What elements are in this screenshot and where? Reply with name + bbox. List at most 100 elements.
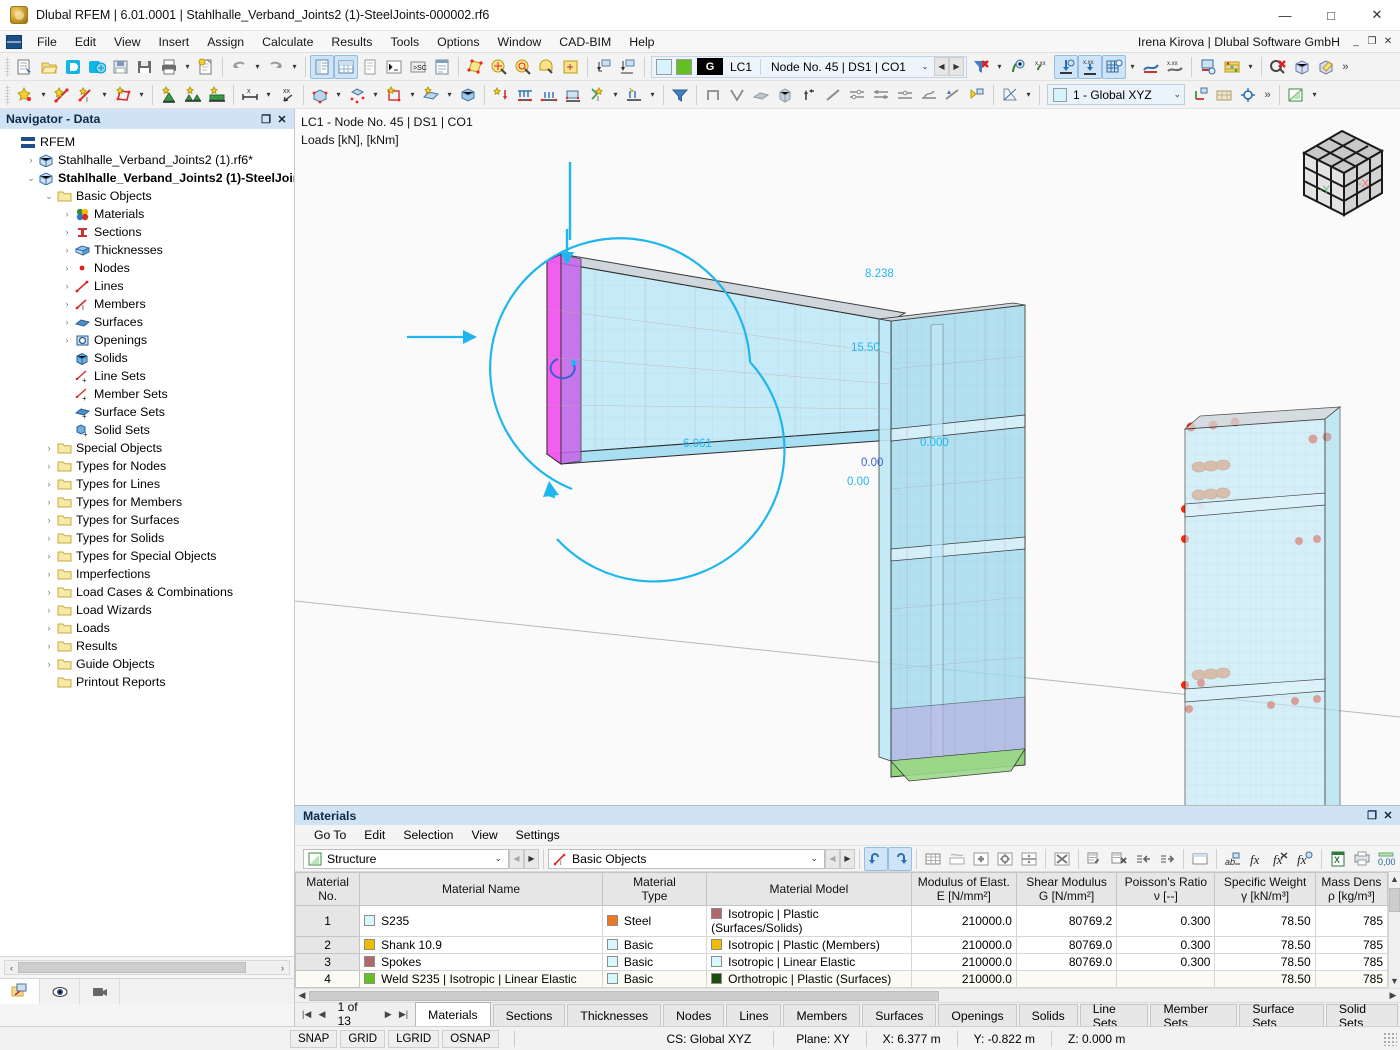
solid-display-icon[interactable] [773, 83, 797, 107]
tree-item-thicknesses[interactable]: › Thicknesses [0, 241, 294, 259]
tree-twisty[interactable]: › [42, 479, 56, 489]
projection-mode-caret[interactable]: ▾ [1022, 83, 1035, 107]
tree-item-lines[interactable]: › Lines [0, 277, 294, 295]
new-solid-set-caret[interactable]: ▾ [369, 83, 382, 107]
table-vertical-scrollbar[interactable]: ▲ ▼ [1388, 872, 1400, 988]
cell-specific-weight[interactable]: 78.50 [1214, 970, 1316, 988]
view-cube[interactable]: -Y -X [1292, 119, 1392, 229]
menu-window[interactable]: Window [489, 33, 551, 51]
navigator-float-button[interactable]: ❐ [258, 111, 274, 127]
mdi-restore-button[interactable]: ❐ [1364, 34, 1380, 50]
tree-item-nodes[interactable]: › Nodes [0, 259, 294, 277]
cell-mass-density[interactable]: 785 [1314, 936, 1388, 954]
cell-modulus-elasticity[interactable]: 210000.0 [910, 905, 1017, 937]
add-row-icon[interactable] [969, 847, 993, 871]
navigator-tree[interactable]: RFEM › Stahlhalle_Verband_Joints2 (1).rf6*… [0, 129, 294, 956]
axis-system-icon[interactable] [1188, 83, 1212, 107]
show-loads-icon[interactable] [1053, 54, 1078, 79]
script-icon[interactable]: >SC [406, 55, 430, 79]
col-header-7[interactable]: Specific Weight γ [kN/m³] [1214, 872, 1316, 906]
render-model-icon[interactable] [592, 55, 616, 79]
navigator-scroll-left-arrow[interactable]: ‹ [5, 963, 18, 973]
tree-item-basic-objects[interactable]: ⌄ Basic Objects [0, 187, 294, 205]
zoom-scale-icon[interactable] [559, 55, 583, 79]
new-node-caret[interactable]: ▾ [37, 83, 50, 107]
table-hscroll-thumb[interactable] [309, 990, 939, 1001]
tree-twisty[interactable]: › [42, 533, 56, 543]
table-menu-edit[interactable]: Edit [355, 827, 394, 843]
tree-twisty[interactable]: › [42, 497, 56, 507]
cell-shear-modulus[interactable]: 80769.0 [1015, 953, 1118, 971]
zoom-all-icon[interactable] [511, 55, 535, 79]
print-icon[interactable] [157, 55, 181, 79]
table-view-icon[interactable] [1284, 83, 1308, 107]
navigator-display-tab[interactable] [40, 979, 80, 1004]
sheet-tab-members[interactable]: Members [783, 1004, 861, 1026]
sheet-tab-openings[interactable]: Openings [938, 1004, 1017, 1026]
close-button[interactable]: ✕ [1354, 0, 1400, 31]
tree-item-openings[interactable]: › Openings [0, 331, 294, 349]
materials-table[interactable]: Material No. Material Name Material Type Mate… [295, 872, 1388, 988]
line-support-icon[interactable] [181, 83, 205, 107]
new-opening-icon[interactable] [382, 83, 406, 107]
dlubal-center-icon[interactable] [61, 55, 85, 79]
print-dropdown-caret[interactable]: ▾ [181, 55, 194, 79]
dimension-icon[interactable]: x [238, 83, 262, 107]
display-properties-icon[interactable] [1196, 55, 1220, 79]
tree-twisty[interactable]: › [42, 605, 56, 615]
menu-help[interactable]: Help [620, 33, 663, 51]
new-surface-set-icon[interactable] [419, 83, 443, 107]
tree-twisty[interactable]: › [60, 335, 74, 345]
sheet-tab-thicknesses[interactable]: Thicknesses [567, 1004, 662, 1026]
indent-right-icon[interactable] [1155, 847, 1179, 871]
sheet-tab-surface-sets[interactable]: Surface Sets [1239, 1002, 1324, 1030]
edit-solid-icon[interactable] [1314, 55, 1338, 79]
report-list-icon[interactable] [430, 55, 454, 79]
table-scroll-down-arrow[interactable]: ▼ [1390, 974, 1399, 988]
tree-item-load-wizards[interactable]: › Load Wizards [0, 601, 294, 619]
tree-item-load-cases-combinations[interactable]: › Load Cases & Combinations [0, 583, 294, 601]
new-solid-caret[interactable]: ▾ [332, 83, 345, 107]
tree-twisty[interactable]: ⌄ [42, 191, 56, 202]
tree-item-sections[interactable]: › Sections [0, 223, 294, 241]
menu-assign[interactable]: Assign [198, 33, 253, 51]
pager-next-button[interactable]: ▶ [381, 1009, 396, 1020]
split-row-icon[interactable] [1017, 847, 1041, 871]
cell-shear-modulus[interactable]: 80769.2 [1015, 905, 1118, 937]
surface-display-icon[interactable] [749, 83, 773, 107]
col-header-0[interactable]: Material No. [295, 872, 361, 906]
open-folder-icon[interactable] [37, 55, 61, 79]
menu-results[interactable]: Results [322, 33, 381, 51]
new-surface-icon[interactable] [111, 83, 135, 107]
redo-dropdown-caret[interactable]: ▾ [288, 55, 301, 79]
select-by-rectangle-icon[interactable] [463, 55, 487, 79]
extrude-icon[interactable] [797, 83, 821, 107]
undo-dropdown-caret[interactable]: ▾ [251, 55, 264, 79]
cell-material-model[interactable]: Orthotropic | Plastic (Surfaces) [706, 970, 912, 988]
lgrid-toggle[interactable]: LGRID [388, 1029, 440, 1048]
new-model-icon[interactable] [13, 55, 37, 79]
new-member-icon[interactable]: I [74, 83, 98, 107]
calculation-icon[interactable] [1220, 55, 1244, 79]
clear-filter-icon[interactable] [969, 55, 993, 79]
tree-item-guide-objects[interactable]: › Guide Objects [0, 655, 294, 673]
menu-view[interactable]: View [105, 33, 149, 51]
cell-material-no[interactable]: 4 [295, 970, 361, 988]
render-surfaces-icon[interactable] [616, 55, 640, 79]
eccentricity-icon[interactable] [869, 83, 893, 107]
col-header-6[interactable]: Poisson's Ratio ν [--] [1116, 872, 1216, 906]
member-load-icon[interactable] [513, 83, 537, 107]
cell-material-no[interactable]: 2 [295, 936, 361, 954]
new-solid-icon[interactable] [308, 83, 332, 107]
tree-twisty[interactable]: › [60, 299, 74, 309]
table-hscroll-right-arrow[interactable]: ▶ [1386, 990, 1400, 1001]
tree-item-stahlhalle-verband-joints2-1-steeljoints-0000[interactable]: ⌄ Stahlhalle_Verband_Joints2 (1)-SteelJoi… [0, 169, 294, 187]
section-view-icon[interactable] [701, 83, 725, 107]
tree-twisty[interactable]: › [60, 281, 74, 291]
save-icon[interactable] [133, 55, 157, 79]
cell-material-name[interactable]: Spokes [359, 953, 603, 971]
filter-dropdown-caret[interactable]: ▾ [993, 55, 1006, 79]
formula-view-icon[interactable]: fx [1293, 847, 1317, 871]
pager-last-button[interactable]: ▶| [396, 1009, 411, 1020]
console-icon[interactable] [382, 55, 406, 79]
